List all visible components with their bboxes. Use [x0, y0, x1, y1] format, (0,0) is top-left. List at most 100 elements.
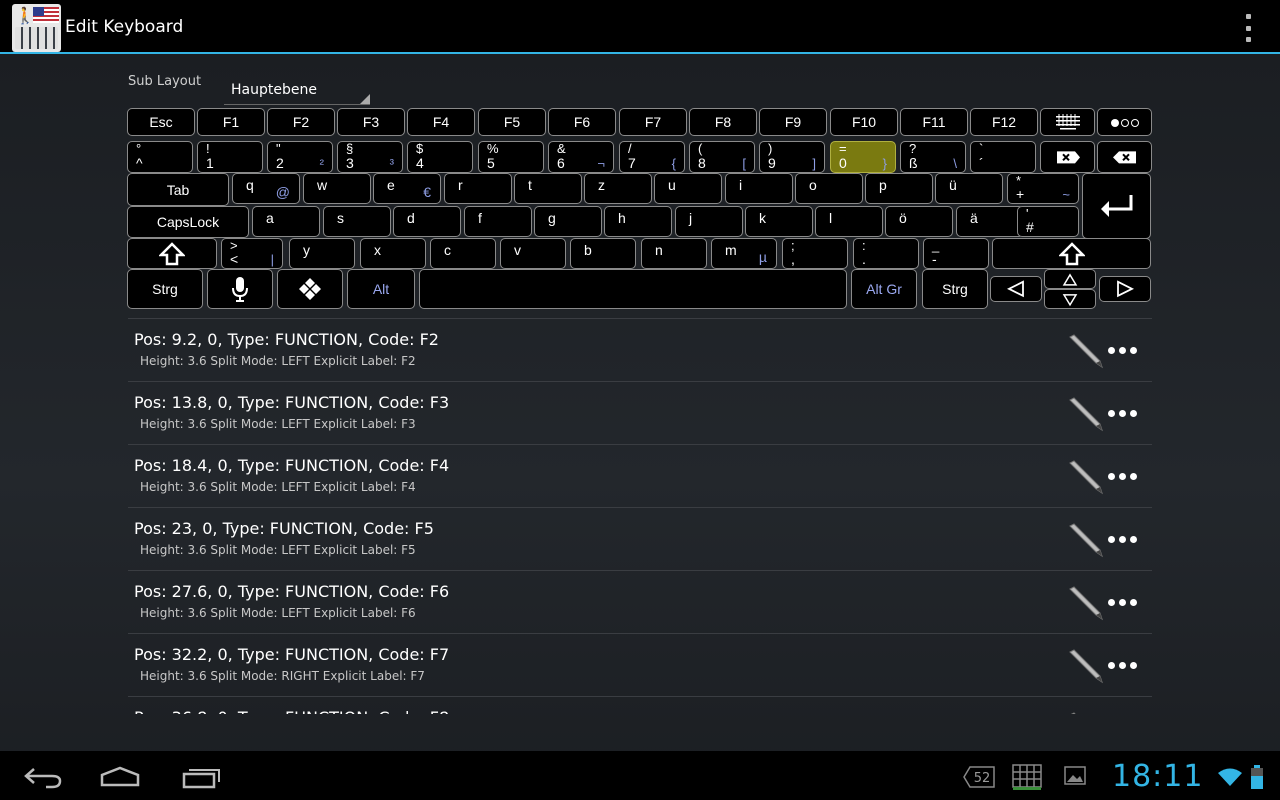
- key-f9[interactable]: F9: [759, 108, 827, 136]
- key-e[interactable]: e €: [373, 173, 441, 204]
- key-ß[interactable]: ? ß \: [900, 141, 966, 173]
- delete-key[interactable]: [1040, 141, 1095, 173]
- key-j[interactable]: j: [675, 206, 743, 237]
- key-f[interactable]: f: [464, 206, 532, 237]
- backspace-key[interactable]: [1097, 141, 1152, 173]
- edit-pencil-icon[interactable]: [1066, 459, 1106, 495]
- arrow-up-key[interactable]: [1044, 269, 1096, 289]
- key-list-item[interactable]: Pos: 32.2, 0, Type: FUNCTION, Code: F7 He…: [128, 634, 1152, 697]
- edit-pencil-icon[interactable]: [1066, 333, 1106, 369]
- key-z[interactable]: z: [584, 173, 652, 204]
- key-6[interactable]: & 6 ¬: [548, 141, 614, 173]
- key-x[interactable]: x: [360, 238, 426, 269]
- key-f5[interactable]: F5: [478, 108, 546, 136]
- key-caret[interactable]: ° ^: [127, 141, 193, 173]
- key-0[interactable]: = 0}: [830, 141, 896, 173]
- edit-pencil-icon[interactable]: [1066, 396, 1106, 432]
- more-options-icon[interactable]: [1108, 406, 1140, 420]
- capslock-key[interactable]: CapsLock: [127, 206, 249, 238]
- picture-notification-icon[interactable]: [1063, 765, 1087, 787]
- key-u[interactable]: u: [654, 173, 722, 204]
- altgr-key[interactable]: Alt Gr: [851, 269, 917, 309]
- key-plus[interactable]: * + ~: [1007, 173, 1079, 204]
- key-f7[interactable]: F7: [619, 108, 687, 136]
- key-7[interactable]: /7 {: [619, 141, 685, 173]
- key-b[interactable]: b: [570, 238, 636, 269]
- key-1[interactable]: ! 1: [197, 141, 263, 173]
- shift-left-key[interactable]: [127, 238, 217, 269]
- key-list-item[interactable]: Pos: 36.8, 0, Type: FUNCTION, Code: F8: [128, 697, 1152, 714]
- key-f3[interactable]: F3: [337, 108, 405, 136]
- key-´[interactable]: ` ´: [970, 141, 1036, 173]
- key-punct-2[interactable]: _ -: [923, 238, 989, 269]
- more-options-icon[interactable]: [1108, 532, 1140, 546]
- key-8[interactable]: (8 [: [689, 141, 755, 173]
- back-button-icon[interactable]: [12, 759, 72, 793]
- key-l[interactable]: l: [815, 206, 883, 237]
- key-g[interactable]: g: [534, 206, 602, 237]
- sub-layout-dropdown[interactable]: Hauptebene: [224, 78, 370, 105]
- key-list[interactable]: Pos: 9.2, 0, Type: FUNCTION, Code: F2 Hei…: [128, 318, 1152, 714]
- key-i[interactable]: i: [725, 173, 793, 204]
- key-f12[interactable]: F12: [970, 108, 1038, 136]
- key-k[interactable]: k: [745, 206, 813, 237]
- app-keyboard-flag-icon[interactable]: 🚶: [12, 4, 61, 52]
- key-ü[interactable]: ü: [935, 173, 1003, 204]
- more-keys-key[interactable]: [1097, 108, 1152, 136]
- key-v[interactable]: v: [500, 238, 566, 269]
- notification-count-icon[interactable]: 52: [962, 764, 996, 790]
- key-s[interactable]: s: [323, 206, 391, 237]
- arrow-left-key[interactable]: [990, 276, 1042, 302]
- clock[interactable]: 18:11: [1112, 759, 1203, 794]
- strg-left-key[interactable]: Strg: [127, 269, 203, 309]
- key-t[interactable]: t: [514, 173, 582, 204]
- key-angle[interactable]: > < |: [221, 238, 283, 269]
- key-y[interactable]: y: [289, 238, 355, 269]
- home-button-icon[interactable]: [90, 759, 150, 793]
- key-p[interactable]: p: [865, 173, 933, 204]
- recent-apps-button-icon[interactable]: [170, 759, 230, 793]
- tab-key[interactable]: Tab: [127, 173, 229, 206]
- key-q[interactable]: q @: [232, 173, 300, 204]
- keyboard-layout-key[interactable]: [1040, 108, 1095, 136]
- arrow-right-key[interactable]: [1099, 276, 1151, 302]
- key-f11[interactable]: F11: [900, 108, 968, 136]
- key-3[interactable]: § 3 ³: [337, 141, 403, 173]
- voice-input-key[interactable]: [207, 269, 273, 309]
- alt-key[interactable]: Alt: [347, 269, 415, 309]
- edit-pencil-icon[interactable]: [1066, 585, 1106, 621]
- more-options-icon[interactable]: [1108, 595, 1140, 609]
- key-list-item[interactable]: Pos: 9.2, 0, Type: FUNCTION, Code: F2 Hei…: [128, 319, 1152, 382]
- key-punct-0[interactable]: ;,: [782, 238, 848, 269]
- key-f8[interactable]: F8: [689, 108, 757, 136]
- key-f4[interactable]: F4: [407, 108, 475, 136]
- key-f1[interactable]: F1: [197, 108, 265, 136]
- key-5[interactable]: % 5: [478, 141, 544, 173]
- key-w[interactable]: w: [303, 173, 371, 204]
- key-esc[interactable]: Esc: [127, 108, 195, 136]
- edit-pencil-icon[interactable]: [1066, 711, 1106, 714]
- key-9[interactable]: ) 9]: [759, 141, 825, 173]
- more-options-icon[interactable]: [1108, 658, 1140, 672]
- edit-pencil-icon[interactable]: [1066, 522, 1106, 558]
- key-ä[interactable]: ä: [956, 206, 1024, 237]
- overflow-menu-button[interactable]: [1240, 14, 1256, 42]
- key-f2[interactable]: F2: [267, 108, 335, 136]
- key-o[interactable]: o: [795, 173, 863, 204]
- enter-key[interactable]: [1082, 173, 1151, 239]
- navigation-key[interactable]: [277, 269, 343, 309]
- key-d[interactable]: d: [393, 206, 461, 237]
- key-2[interactable]: " 2 ²: [267, 141, 333, 173]
- key-h[interactable]: h: [604, 206, 672, 237]
- key-hash[interactable]: ' #: [1017, 206, 1079, 237]
- key-c[interactable]: c: [430, 238, 496, 269]
- key-f10[interactable]: F10: [830, 108, 898, 136]
- keyboard-grid-notification-icon[interactable]: [1011, 763, 1043, 791]
- edit-pencil-icon[interactable]: [1066, 648, 1106, 684]
- strg-right-key[interactable]: Strg: [922, 269, 988, 309]
- more-options-icon[interactable]: [1108, 469, 1140, 483]
- key-list-item[interactable]: Pos: 13.8, 0, Type: FUNCTION, Code: F3 He…: [128, 382, 1152, 445]
- key-ö[interactable]: ö: [885, 206, 953, 237]
- key-list-item[interactable]: Pos: 18.4, 0, Type: FUNCTION, Code: F4 He…: [128, 445, 1152, 508]
- more-options-icon[interactable]: [1108, 343, 1140, 357]
